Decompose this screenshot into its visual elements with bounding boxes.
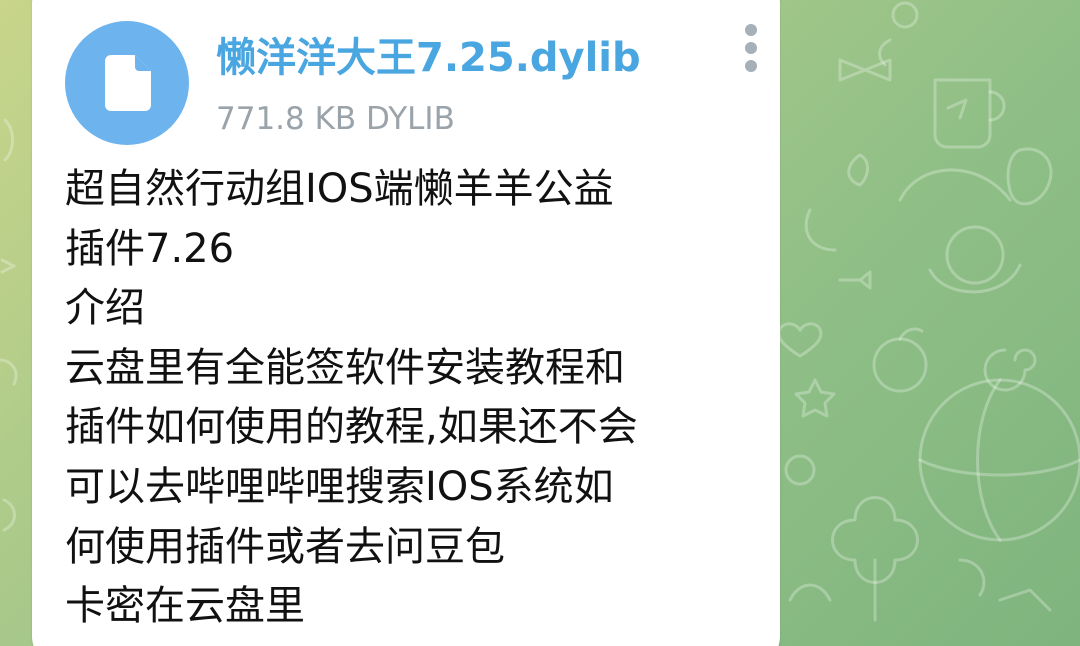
message-line: 插件7.26 <box>65 225 235 272</box>
menu-dot <box>745 24 757 36</box>
more-options-button[interactable] <box>738 24 764 80</box>
menu-dot <box>745 60 757 72</box>
file-name[interactable]: 懒洋洋大王7.25.dylib <box>216 30 641 86</box>
message-line: 超自然行动组IOS端懒羊羊公益 <box>65 166 614 212</box>
message-line: 插件如何使用的教程,如果还不会 <box>65 404 638 451</box>
message-line: 介绍 <box>65 285 145 332</box>
file-size-type: 771.8 KB DYLIB <box>216 101 455 137</box>
message-line: 可以去哔哩哔哩搜索IOS系统如 <box>65 463 614 510</box>
menu-dot <box>745 42 757 54</box>
message-line: 卡密在云盘里 <box>65 583 305 630</box>
document-icon <box>105 55 151 111</box>
file-download-button[interactable] <box>65 21 189 145</box>
message-line: 云盘里有全能签软件安装教程和 <box>65 344 625 391</box>
message-text: 超自然行动组IOS端懒羊羊公益 插件7.26 介绍 云盘里有全能签软件安装教程和… <box>65 160 765 637</box>
message-line: 何使用插件或者去问豆包 <box>65 523 505 570</box>
